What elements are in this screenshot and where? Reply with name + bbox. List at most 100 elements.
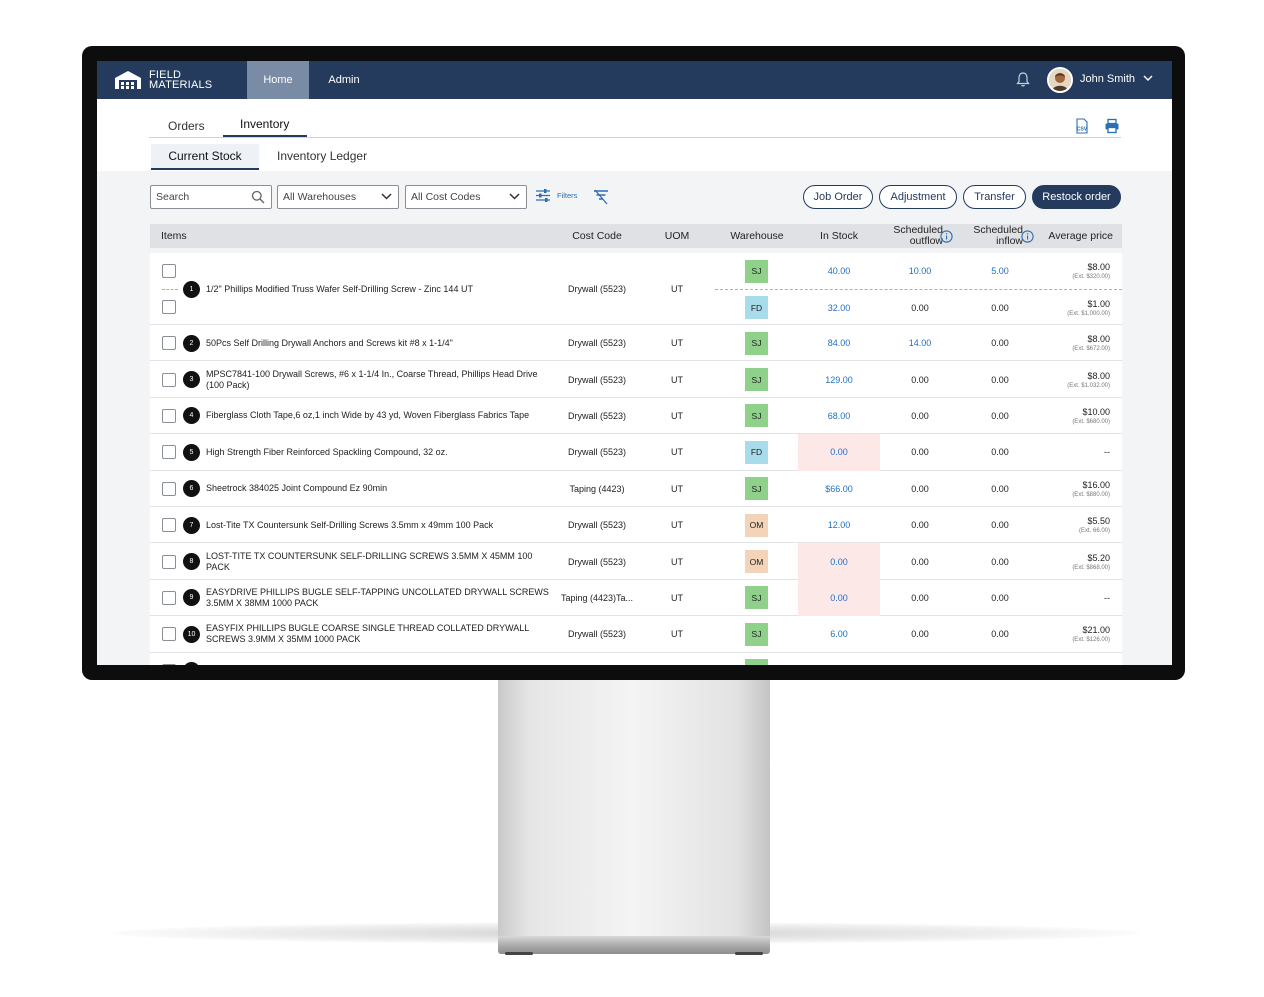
scheduled-inflow-value[interactable]: 5.00	[960, 253, 1040, 289]
header-scheduled-inflow[interactable]: Scheduled inflow	[963, 224, 1023, 248]
item-name[interactable]: Fiberglass Cloth Tape,6 oz,1 inch Wide b…	[206, 398, 552, 434]
row-checkbox[interactable]	[162, 336, 176, 351]
print-icon[interactable]	[1104, 118, 1120, 134]
search-icon[interactable]	[251, 190, 265, 204]
job-order-button[interactable]: Job Order	[803, 185, 873, 209]
header-scheduled-inflow-line2: inflow	[996, 235, 1023, 247]
in-stock-value[interactable]: 6.00	[798, 616, 880, 652]
average-price-value: $5.20	[1087, 552, 1110, 563]
nav-admin[interactable]: Admin	[319, 61, 369, 99]
restock-order-button[interactable]: Restock order	[1032, 185, 1121, 209]
header-items[interactable]: Items	[161, 224, 187, 248]
extended-price: (Ext. 66.00)	[1078, 528, 1110, 535]
in-stock-value[interactable]: 40.00	[798, 253, 880, 289]
csv-export-icon[interactable]: CSV	[1074, 118, 1090, 134]
row-checkbox[interactable]	[162, 300, 176, 315]
header-uom[interactable]: UOM	[652, 224, 702, 248]
warehouse-select[interactable]: All Warehouses	[277, 185, 399, 209]
nav-home[interactable]: Home	[247, 61, 309, 99]
header-cost-code[interactable]: Cost Code	[552, 224, 642, 248]
warehouse-badge: SJ	[745, 477, 768, 501]
scheduled-outflow-value: 0.00	[911, 374, 929, 385]
item-name[interactable]: Lost-Tite TX Countersunk Self-Drilling S…	[206, 507, 552, 543]
item-name[interactable]: TIMCO PHILLIPS BUGLE COARSE THREAD COLLA…	[206, 653, 552, 665]
header-scheduled-outflow[interactable]: Scheduled outflow	[883, 224, 943, 248]
subtab-current-stock[interactable]: Current Stock	[151, 144, 259, 170]
tab-inventory[interactable]: Inventory	[240, 117, 289, 131]
adjustment-button[interactable]: Adjustment	[879, 185, 957, 209]
cost-code-select[interactable]: All Cost Codes	[405, 185, 527, 209]
in-stock-value[interactable]: 129.00	[798, 361, 880, 397]
info-icon[interactable]	[1021, 230, 1034, 243]
cost-code: Drywall (5523)	[567, 556, 627, 567]
item-name[interactable]: 50Pcs Self Drilling Drywall Anchors and …	[206, 325, 552, 361]
row-number-badge: 9	[183, 589, 200, 607]
scheduled-outflow-value[interactable]: 14.00	[880, 325, 960, 361]
warehouse-logo-icon	[115, 71, 141, 89]
table-row: 6 Sheetrock 384025 Joint Compound Ez 90mi…	[150, 471, 1122, 507]
row-checkbox[interactable]	[162, 590, 176, 605]
cost-code: Drywall (5523)	[567, 447, 627, 458]
table-row: 1 1/2" Phillips Modified Truss Wafer Self…	[150, 253, 1122, 325]
average-price: $5.50 (Ext. 66.00)	[1040, 507, 1110, 543]
in-stock-value[interactable]: 84.00	[798, 325, 880, 361]
warehouse-badge: OM	[745, 550, 768, 574]
avatar[interactable]	[1047, 67, 1073, 93]
row-checkbox[interactable]	[162, 264, 176, 278]
header-warehouse[interactable]: Warehouse	[720, 224, 794, 248]
warehouse-badge: SJ	[745, 368, 768, 392]
in-stock-value[interactable]: 32.00	[798, 289, 880, 325]
row-checkbox[interactable]	[162, 481, 176, 496]
item-name[interactable]: LOST-TITE TX COUNTERSUNK SELF-DRILLING S…	[206, 543, 552, 579]
item-name[interactable]: 1/2" Phillips Modified Truss Wafer Self-…	[206, 253, 552, 325]
clear-filter-icon[interactable]	[593, 189, 609, 205]
in-stock-value[interactable]: 0.00	[798, 579, 880, 617]
row-checkbox[interactable]	[162, 408, 176, 423]
table-header: Items Cost Code UOM Warehouse In Stock S…	[150, 224, 1122, 248]
scheduled-outflow-value[interactable]: 10.00	[880, 253, 960, 289]
scheduled-inflow-value: 0.00	[991, 520, 1009, 531]
scheduled-outflow-value: 0.00	[911, 629, 929, 640]
row-checkbox[interactable]	[162, 445, 176, 460]
transfer-button[interactable]: Transfer	[963, 185, 1026, 209]
table-row: 11 TIMCO PHILLIPS BUGLE COARSE THREAD COL…	[150, 653, 1122, 665]
bell-icon[interactable]	[1015, 71, 1031, 88]
subtab-inventory-ledger[interactable]: Inventory Ledger	[277, 149, 367, 163]
row-checkbox[interactable]	[162, 518, 176, 533]
filters-button[interactable]: Filters	[535, 188, 577, 203]
user-name[interactable]: John Smith	[1080, 73, 1135, 85]
table-row: 10 EASYFIX PHILLIPS BUGLE COARSE SINGLE T…	[150, 616, 1122, 653]
header-average-price[interactable]: Average price	[1043, 224, 1113, 248]
item-name[interactable]: EASYFIX PHILLIPS BUGLE COARSE SINGLE THR…	[206, 616, 552, 652]
item-name[interactable]: EASYDRIVE PHILLIPS BUGLE SELF-TAPPING UN…	[206, 580, 552, 616]
uom: UT	[671, 592, 683, 603]
item-name[interactable]: Sheetrock 384025 Joint Compound Ez 90min	[206, 471, 552, 507]
row-checkbox[interactable]	[162, 663, 176, 665]
in-stock-value[interactable]: 0.00	[798, 543, 880, 580]
in-stock-value[interactable]: 0.00	[798, 434, 880, 471]
in-stock-value[interactable]: 68.00	[798, 398, 880, 434]
uom: UT	[671, 410, 683, 421]
chevron-down-icon[interactable]	[1143, 74, 1153, 82]
row-number-badge: 6	[183, 480, 200, 498]
row-checkbox[interactable]	[162, 627, 176, 642]
item-name[interactable]: MPSC7841-100 Drywall Screws, #6 x 1-1/4 …	[206, 361, 552, 397]
app-logo[interactable]: FIELD MATERIALS	[113, 67, 212, 93]
info-icon[interactable]	[940, 230, 953, 243]
warehouse-badge: SJ	[745, 404, 768, 428]
row-number-badge: 1	[183, 280, 200, 298]
extended-price: (Ext. $126.00)	[1072, 637, 1110, 644]
item-name[interactable]: High Strength Fiber Reinforced Spackling…	[206, 434, 552, 470]
header-in-stock[interactable]: In Stock	[798, 224, 880, 248]
average-price: $8.00 (Ext. $672.00)	[1040, 325, 1110, 361]
search-input[interactable]: Search	[150, 185, 272, 209]
cost-code: Drywall (5523)	[567, 284, 627, 294]
in-stock-value[interactable]: $66.00	[798, 471, 880, 507]
tab-orders[interactable]: Orders	[168, 119, 205, 133]
average-price-value: $1.00	[1087, 298, 1110, 309]
row-checkbox[interactable]	[162, 554, 176, 569]
row-checkbox[interactable]	[162, 372, 176, 387]
warehouse-badge: OM	[745, 513, 768, 537]
in-stock-value[interactable]: 12.00	[798, 507, 880, 543]
scheduled-outflow-value: 0.00	[911, 447, 929, 458]
